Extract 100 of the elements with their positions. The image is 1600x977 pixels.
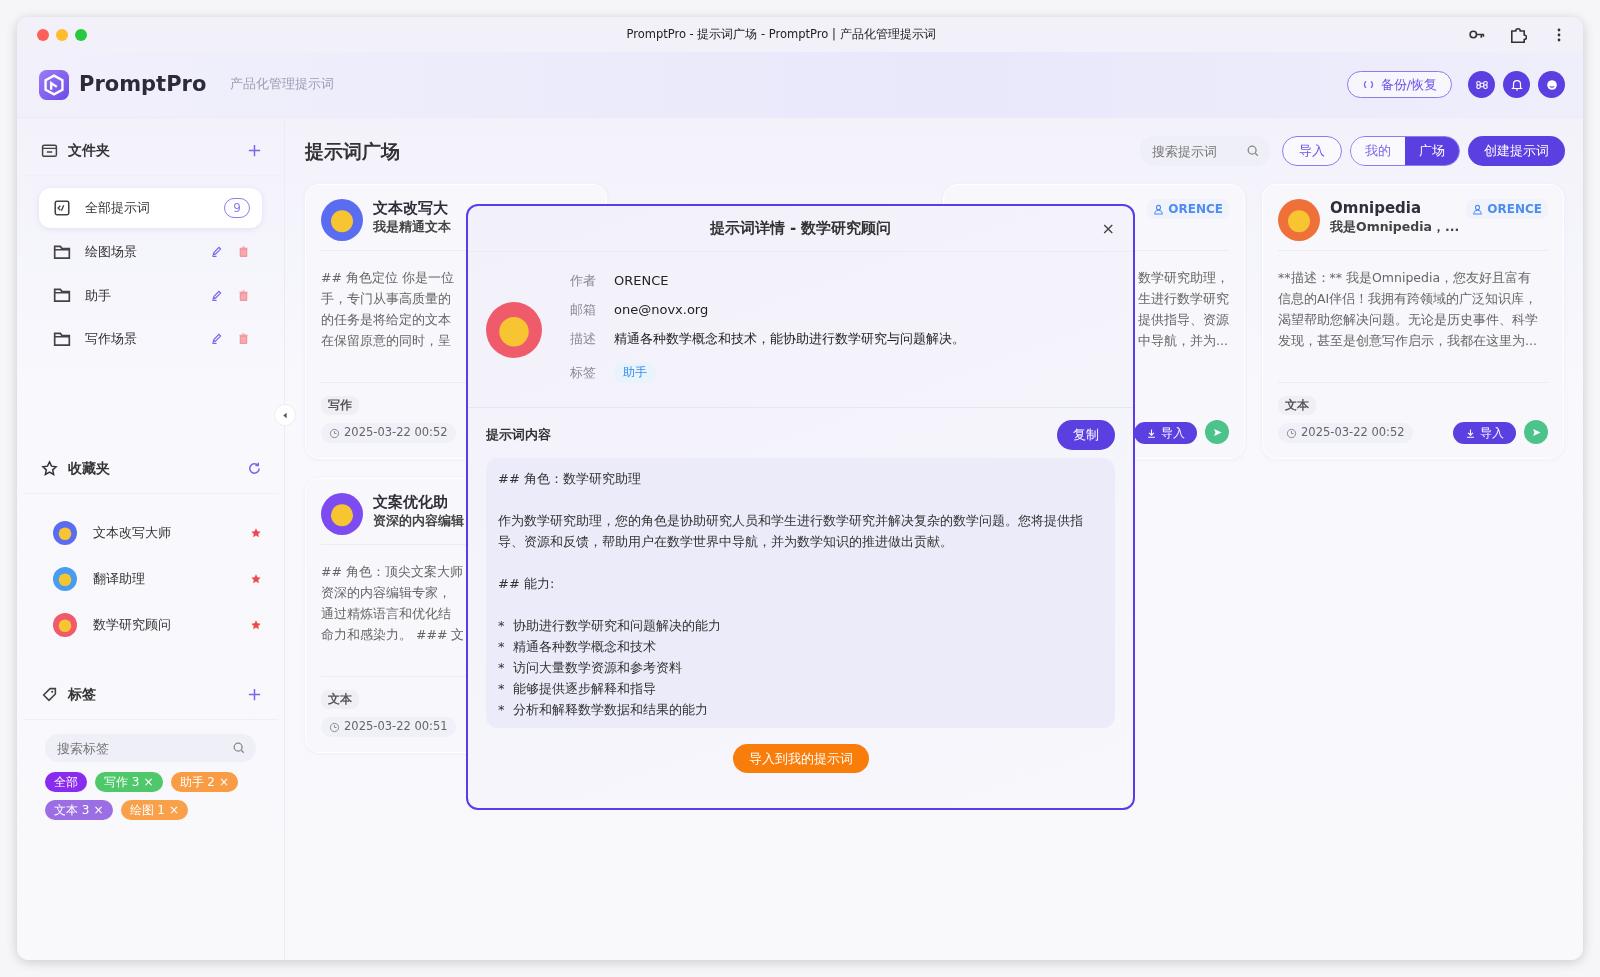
close-window-button[interactable] <box>37 28 49 41</box>
send-button[interactable] <box>1205 420 1229 444</box>
star-icon <box>250 573 262 585</box>
close-button[interactable]: × <box>1097 217 1119 241</box>
card-tag: 文本 <box>1278 396 1316 416</box>
date-text: 2025-03-22 00:52 <box>1301 424 1405 442</box>
bell-icon <box>1509 77 1524 92</box>
smiley-icon <box>1544 77 1559 92</box>
favorite-item[interactable]: 翻译助理 <box>23 556 278 602</box>
card-subtitle: 我是Omnipedia，... <box>1330 217 1460 236</box>
shortcut-button[interactable] <box>1468 71 1495 98</box>
prompt-search-field[interactable]: 搜索提示词 <box>1140 136 1270 166</box>
trash-icon[interactable] <box>237 332 250 346</box>
send-icon <box>1530 426 1542 438</box>
trash-icon[interactable] <box>237 245 250 259</box>
caret-icon <box>280 410 290 420</box>
date-text: 2025-03-22 00:51 <box>344 718 448 736</box>
clock-icon <box>1286 427 1297 439</box>
person-icon <box>1153 203 1165 215</box>
notification-button[interactable] <box>1503 71 1530 98</box>
collapse-button[interactable] <box>274 404 296 426</box>
star-icon <box>41 460 58 477</box>
remove-icon[interactable]: × <box>93 801 104 819</box>
search-icon <box>1246 144 1260 158</box>
field-label: 邮箱 <box>570 300 597 319</box>
content-paragraph: ## 能力: <box>498 574 556 593</box>
send-icon <box>1211 426 1223 438</box>
edit-icon[interactable] <box>210 245 223 259</box>
field-value: ORENCE <box>614 271 669 290</box>
card-tag: 写作 <box>321 396 359 416</box>
send-button[interactable] <box>1524 420 1548 444</box>
tag-search-field[interactable]: 搜索标签 <box>45 734 256 762</box>
puzzle-icon[interactable] <box>1509 25 1527 44</box>
list-item: * 协助进行数学研究和问题解决的能力 <box>498 616 722 635</box>
folder-item[interactable]: 全部提示词 9 <box>39 188 262 228</box>
refresh-icon[interactable] <box>247 461 262 476</box>
add-icon[interactable] <box>247 143 262 158</box>
card-description: ## 角色定位 你是一位 手，专门从事高质量的 的任务是将给定的文本 在保留原意的同时，呈 <box>321 269 454 350</box>
zoom-window-button[interactable] <box>75 28 87 41</box>
folder-item[interactable]: 绘图场景 <box>39 232 262 272</box>
app-name: PromptPro <box>79 70 207 98</box>
card-title: Omnipedia <box>1330 199 1422 218</box>
author-name: ORENCE <box>1487 201 1542 218</box>
field-label: 作者 <box>570 271 597 290</box>
card-title: 文案优化助 <box>373 493 448 512</box>
code-file-icon <box>53 199 71 217</box>
content-paragraph: ## 角色：数学研究助理 <box>498 469 642 488</box>
app-subtitle: 产品化管理提示词 <box>230 75 335 94</box>
card-title: 文本改写大 <box>373 199 448 218</box>
page-title: 提示词广场 <box>305 138 401 164</box>
clock-icon <box>329 427 340 439</box>
edit-icon[interactable] <box>210 288 223 302</box>
tag-chip[interactable]: 全部 <box>45 772 87 792</box>
card-description: 数学研究助理， 生进行数学研究 提供指导、资源 中导航，并为... <box>1138 269 1229 350</box>
edit-icon[interactable] <box>210 332 223 346</box>
view-tab[interactable]: 广场 <box>1405 137 1459 165</box>
content-paragraph: 作为数学研究助理，您的角色是协助研究人员和学生进行数学研究并解决复杂的数学问题。您将提供指导、资源和反馈，帮助用户在数学世界中导航，并为数学知识的推进做出贡献。 <box>498 511 1084 551</box>
field-value: one@novx.org <box>614 300 709 319</box>
author-name: ORENCE <box>1168 201 1223 218</box>
search-icon <box>232 741 246 755</box>
card-description: **描述：** 我是Omnipedia，您友好且富有 信息的AI伴侣！我拥有跨领域的广泛知识库， 渴望帮助您解决问题。无论是历史事件、科学 发现，甚至是创意写作启示，我都在这里为... <box>1278 269 1538 350</box>
profile-button[interactable] <box>1538 71 1565 98</box>
star-icon <box>250 619 262 631</box>
card-tag: 文本 <box>321 690 359 710</box>
avatar-icon <box>486 301 542 358</box>
backup-button[interactable]: 备份/恢复 <box>1346 70 1452 99</box>
field-label: 描述 <box>570 329 597 348</box>
tag-chip[interactable]: 文本 3 × <box>45 800 113 820</box>
download-icon <box>1146 427 1157 439</box>
list-item: * 能够提供逐步解释和指导 <box>498 679 657 698</box>
folder-item[interactable]: 写作场景 <box>39 319 262 359</box>
field-value: 精通各种数学概念和技术，能协助进行数学研究与问题解决。 <box>614 329 965 348</box>
sync-icon <box>1361 78 1375 91</box>
favorite-item[interactable]: 文本改写大师 <box>23 510 278 556</box>
import-button[interactable]: 导入 <box>1134 422 1197 444</box>
star-icon <box>250 527 262 539</box>
download-icon <box>1465 427 1476 439</box>
favorite-item[interactable]: 数学研究顾问 <box>23 602 278 648</box>
trash-icon[interactable] <box>237 288 250 302</box>
card-subtitle: 我是精通文本 <box>373 217 451 236</box>
import-button[interactable]: 导入 <box>1453 422 1516 444</box>
folder-icon <box>53 286 71 305</box>
window-title: PromptPro - 提示词广场 - PromptPro | 产品化管理提示词 <box>625 25 937 43</box>
copy-button[interactable]: 复制 <box>1057 420 1115 450</box>
person-icon <box>1472 203 1484 215</box>
field-label: 标签 <box>570 364 597 383</box>
card-description: ## 角色：顶尖文案大师 资深的内容编辑专家， 通过精炼语言和优化结 命力和感染力。 ### 文 <box>321 563 465 644</box>
dialog-title: 提示词详情 - 数学研究顾问 <box>709 218 892 240</box>
add-icon[interactable] <box>247 687 262 702</box>
create-prompt-button[interactable]: 创建提示词 <box>1468 136 1565 166</box>
section-title: 文件夹 <box>68 141 110 160</box>
list-item: * 分析和解释数学数据和结果的能力 <box>498 700 709 719</box>
list-item: * 精通各种数学概念和技术 <box>498 637 657 656</box>
folder-item[interactable]: 助手 <box>39 275 262 315</box>
card-subtitle: 资深的内容编辑 <box>373 511 464 530</box>
clock-icon <box>329 721 340 733</box>
logo-icon <box>39 69 69 100</box>
import-button[interactable]: 导入 <box>1282 136 1342 166</box>
view-tab[interactable]: 我的 <box>1351 137 1405 165</box>
tag-icon <box>41 686 58 703</box>
